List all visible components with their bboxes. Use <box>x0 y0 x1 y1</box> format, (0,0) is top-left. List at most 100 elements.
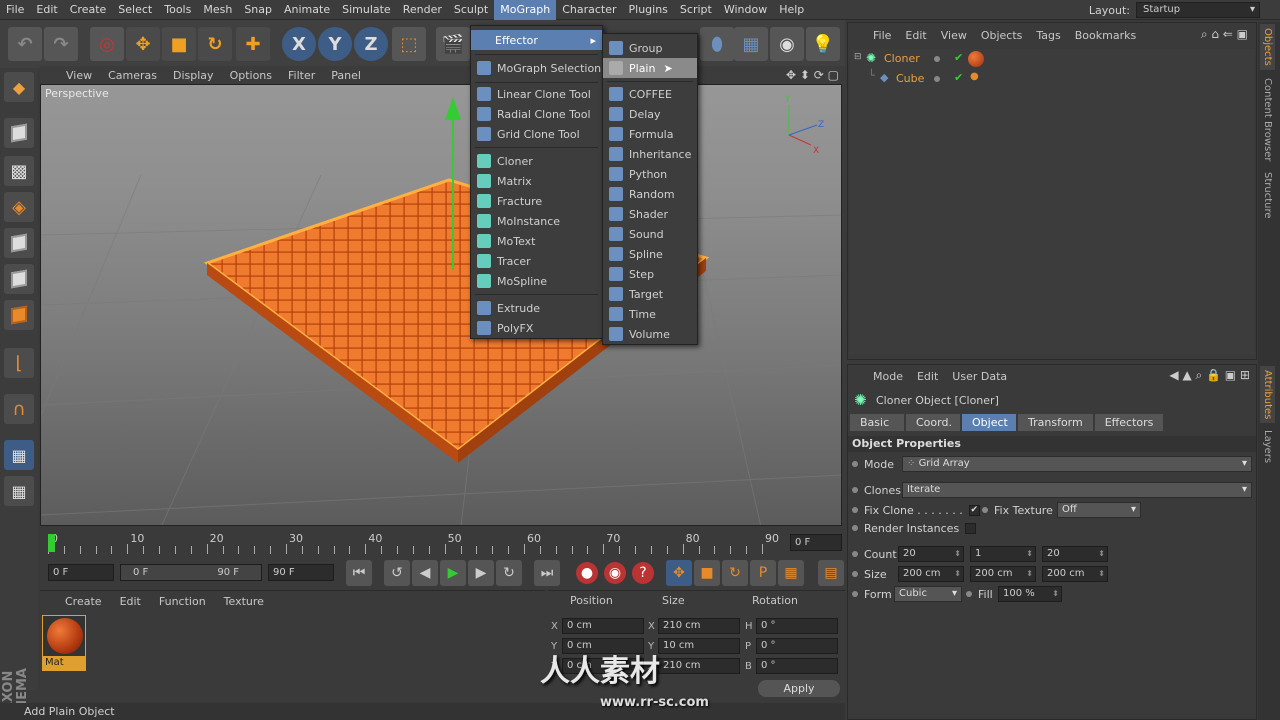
attribute-nav-icons[interactable]: ◀ ▲ ⌕ 🔒 ▣ ⊞ <box>1169 368 1250 383</box>
planar-workplane-icon[interactable]: ▦ <box>4 476 34 506</box>
viewport-menu-display[interactable]: Display <box>165 69 222 82</box>
y-axis-lock-icon[interactable]: Y <box>318 27 352 61</box>
tab-transform[interactable]: Transform <box>1018 414 1093 431</box>
rot-h-field[interactable]: 0 ° <box>756 618 838 634</box>
tab-basic[interactable]: Basic <box>850 414 904 431</box>
snap-magnet-icon[interactable]: ∩ <box>4 394 34 424</box>
goto-start-icon[interactable]: ⏮ <box>346 560 372 586</box>
menu-item-spline[interactable]: Spline <box>603 244 697 264</box>
menu-help[interactable]: Help <box>773 0 810 20</box>
material-menu-function[interactable]: Function <box>150 593 215 611</box>
axis-mode-icon[interactable]: ⌊ <box>4 348 34 378</box>
preview-range-slider[interactable]: 0 F 90 F <box>120 564 262 581</box>
layout-dropdown[interactable]: Startup <box>1136 2 1260 18</box>
tab-effectors[interactable]: Effectors <box>1094 414 1164 431</box>
menu-character[interactable]: Character <box>556 0 622 20</box>
menu-item-matrix[interactable]: Matrix <box>471 171 602 191</box>
attr-menu-mode[interactable]: Mode <box>866 368 910 386</box>
enabled-check-icon[interactable]: ✔ <box>954 51 963 64</box>
start-frame-field[interactable]: 0 F <box>48 564 114 581</box>
material-swatch[interactable]: Mat <box>42 615 86 671</box>
phong-tag-icon[interactable]: ● <box>970 71 979 82</box>
menu-mesh[interactable]: Mesh <box>197 0 238 20</box>
deformer-icon[interactable]: ⬮ <box>700 27 734 61</box>
obj-menu-view[interactable]: View <box>934 27 974 45</box>
menu-script[interactable]: Script <box>674 0 718 20</box>
viewport-menu-view[interactable]: View <box>58 69 100 82</box>
object-name-cloner[interactable]: Cloner <box>884 52 920 65</box>
menu-item-grid-clone-tool[interactable]: Grid Clone Tool <box>471 124 602 144</box>
fill-field[interactable]: 100 % <box>998 586 1062 602</box>
menu-item-step[interactable]: Step <box>603 264 697 284</box>
menu-item-inheritance[interactable]: Inheritance <box>603 144 697 164</box>
model-mode-icon[interactable] <box>4 118 34 148</box>
menu-edit[interactable]: Edit <box>30 0 63 20</box>
rot-p-field[interactable]: 0 ° <box>756 638 838 654</box>
attr-menu-edit[interactable]: Edit <box>910 368 945 386</box>
fill-anim-dot[interactable] <box>966 591 972 597</box>
menu-item-python[interactable]: Python <box>603 164 697 184</box>
viewport-menu-panel[interactable]: Panel <box>323 69 369 82</box>
size-x-field[interactable]: 200 cm <box>898 566 964 582</box>
menu-create[interactable]: Create <box>64 0 113 20</box>
clones-anim-dot[interactable] <box>852 487 858 493</box>
redo-icon[interactable]: ↷ <box>44 27 78 61</box>
key-parameter-icon[interactable]: P <box>750 560 776 586</box>
object-name-cube[interactable]: Cube <box>896 72 924 85</box>
menu-item-radial-clone-tool[interactable]: Radial Clone Tool <box>471 104 602 124</box>
clones-dropdown[interactable]: Iterate <box>902 482 1252 498</box>
menu-item-mograph-selection[interactable]: MoGraph Selection <box>471 58 602 78</box>
size-anim-dot[interactable] <box>852 571 858 577</box>
menu-item-time[interactable]: Time <box>603 304 697 324</box>
size-y-field[interactable]: 10 cm <box>658 638 740 654</box>
live-select-icon[interactable]: ◎ <box>90 27 124 61</box>
menu-mograph[interactable]: MoGraph <box>494 0 557 20</box>
visibility-dot[interactable] <box>934 76 940 82</box>
playhead[interactable] <box>48 534 55 552</box>
form-dropdown[interactable]: Cubic <box>894 586 962 602</box>
z-axis-lock-icon[interactable]: Z <box>354 27 388 61</box>
coordinate-system-icon[interactable]: ⬚ <box>392 27 426 61</box>
menu-select[interactable]: Select <box>112 0 158 20</box>
scale-icon[interactable]: ■ <box>162 27 196 61</box>
viewport[interactable]: Perspective Y Z X <box>40 84 842 526</box>
key-rotation-icon[interactable]: ↻ <box>722 560 748 586</box>
menu-animate[interactable]: Animate <box>278 0 336 20</box>
fix-clone-checkbox[interactable]: ✔ <box>968 504 980 516</box>
key-position-icon[interactable]: ✥ <box>666 560 692 586</box>
light-icon[interactable]: 💡 <box>806 27 840 61</box>
key-pla-icon[interactable]: ▦ <box>778 560 804 586</box>
viewport-menu-cameras[interactable]: Cameras <box>100 69 165 82</box>
autokey-icon[interactable]: ◉ <box>604 562 626 584</box>
menu-item-moinstance[interactable]: MoInstance <box>471 211 602 231</box>
edges-mode-icon[interactable] <box>4 264 34 294</box>
apply-button[interactable]: Apply <box>758 680 840 697</box>
obj-menu-edit[interactable]: Edit <box>898 27 933 45</box>
goto-end-icon[interactable]: ⏭ <box>534 560 560 586</box>
tab-content-browser[interactable]: Content Browser <box>1260 74 1275 165</box>
menu-plugins[interactable]: Plugins <box>623 0 674 20</box>
y-axis-arrow-icon[interactable] <box>445 97 461 120</box>
undo-icon[interactable]: ↶ <box>8 27 42 61</box>
count-z-field[interactable]: 20 <box>1042 546 1108 562</box>
form-anim-dot[interactable] <box>852 591 858 597</box>
menu-item-random[interactable]: Random <box>603 184 697 204</box>
size-x-field[interactable]: 210 cm <box>658 618 740 634</box>
render-instances-anim-dot[interactable] <box>852 525 858 531</box>
mode-dropdown[interactable]: ⁘ Grid Array <box>902 456 1252 472</box>
menu-item-target[interactable]: Target <box>603 284 697 304</box>
menu-sculpt[interactable]: Sculpt <box>448 0 494 20</box>
tree-row[interactable]: ⊟ ✺ Cloner ✔ <box>850 49 1254 69</box>
menu-simulate[interactable]: Simulate <box>336 0 397 20</box>
render-view-icon[interactable]: 🎬 <box>436 27 470 61</box>
menu-item-coffee[interactable]: COFFEE <box>603 84 697 104</box>
polygons-mode-icon[interactable] <box>4 300 34 330</box>
viewport-nav-icons[interactable]: ✥ ⬍ ⟳ ▢ <box>786 68 839 82</box>
enabled-check-icon[interactable]: ✔ <box>954 71 963 84</box>
workplane-mode-icon[interactable]: ◈ <box>4 192 34 222</box>
menu-item-motext[interactable]: MoText <box>471 231 602 251</box>
count-x-field[interactable]: 20 <box>898 546 964 562</box>
points-mode-icon[interactable] <box>4 228 34 258</box>
count-y-field[interactable]: 1 <box>970 546 1036 562</box>
current-frame-field[interactable]: 0 F <box>790 534 842 551</box>
